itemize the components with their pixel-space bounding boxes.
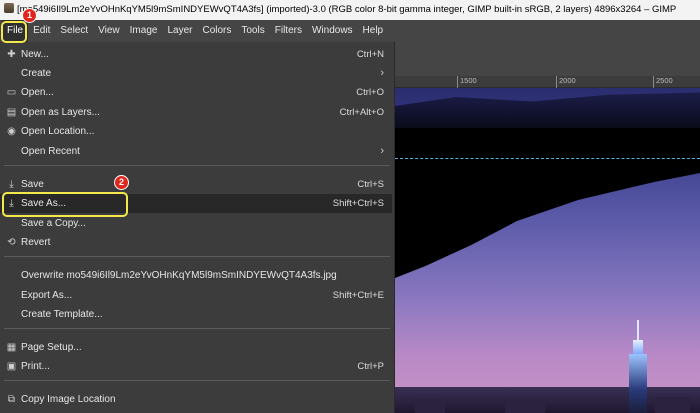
image-canvas[interactable] xyxy=(395,88,700,413)
menu-item-label: Copy Image Location xyxy=(21,394,116,405)
menu-item-create-template[interactable]: Create Template... xyxy=(0,305,392,324)
gimp-app-icon xyxy=(4,3,14,13)
menu-item-shortcut: Shift+Ctrl+S xyxy=(332,198,384,209)
menu-item-overwrite[interactable]: Overwrite mo549i6Il9Lm2eYvOHnKqYM5l9mSmI… xyxy=(0,266,392,285)
ruler-tick: 2500 xyxy=(653,76,673,88)
menu-item-shortcut: Ctrl+S xyxy=(357,179,384,190)
menu-item-shortcut: Ctrl+N xyxy=(356,49,384,60)
file-menu-dropdown: ✚ New... Ctrl+N Create › ▭ Open... Ctrl+… xyxy=(0,42,395,413)
dark-sky-region xyxy=(395,92,700,133)
city-skyline xyxy=(395,387,700,413)
menu-select[interactable]: Select xyxy=(55,20,93,42)
highlight-box-file-menu xyxy=(1,21,27,43)
menu-bar: File Edit Select View Image Layer Colors… xyxy=(0,20,700,42)
step-badge-1: 1 xyxy=(22,8,37,23)
menu-item-label: Open Location... xyxy=(21,126,95,137)
menu-view[interactable]: View xyxy=(93,20,125,42)
menu-layer[interactable]: Layer xyxy=(162,20,197,42)
step-badge-2: 2 xyxy=(114,175,129,190)
ruler-tick: 1500 xyxy=(457,76,477,88)
page-setup-icon: ▦ xyxy=(6,342,17,353)
menu-item-open-as-layers[interactable]: ▤ Open as Layers... Ctrl+Alt+O xyxy=(0,103,392,122)
menu-item-label: Revert xyxy=(21,237,51,248)
open-layers-icon: ▤ xyxy=(6,107,17,118)
menu-item-label: Open... xyxy=(21,87,54,98)
menu-windows[interactable]: Windows xyxy=(307,20,358,42)
save-icon: ⤓ xyxy=(9,179,14,190)
menu-item-label: Create Template... xyxy=(21,309,103,320)
skyline-building xyxy=(415,399,445,413)
skyline-building xyxy=(505,403,545,413)
black-brush-stroke xyxy=(395,128,700,278)
menu-item-shortcut: Ctrl+O xyxy=(356,87,384,98)
menu-item-open-location[interactable]: ◉ Open Location... xyxy=(0,122,392,141)
menu-item-label: Export As... xyxy=(21,290,73,301)
menu-item-label: New... xyxy=(21,49,49,60)
menu-image[interactable]: Image xyxy=(125,20,163,42)
menu-item-label: Create xyxy=(21,68,52,79)
menu-separator xyxy=(4,256,390,257)
highlight-box-save-as xyxy=(2,192,128,217)
menu-edit[interactable]: Edit xyxy=(28,20,55,42)
copy-icon: ⧉ xyxy=(7,394,16,405)
menu-item-export-as[interactable]: Export As... Shift+Ctrl+E xyxy=(0,286,392,305)
menu-separator xyxy=(4,328,390,329)
menu-item-page-setup[interactable]: ▦ Page Setup... xyxy=(0,338,392,357)
menu-item-label: Print... xyxy=(21,361,50,372)
printer-icon: ▣ xyxy=(6,361,17,372)
menu-separator xyxy=(4,380,390,381)
globe-icon: ◉ xyxy=(7,126,16,137)
open-folder-icon: ▭ xyxy=(6,87,17,98)
menu-item-revert[interactable]: ⟲ Revert xyxy=(0,233,392,252)
menu-separator xyxy=(4,165,390,166)
menu-item-open-recent[interactable]: Open Recent › xyxy=(0,142,392,161)
skyline-building xyxy=(655,397,690,413)
menu-item-create[interactable]: Create › xyxy=(0,64,392,83)
new-file-icon: ✚ xyxy=(7,49,16,60)
tower-body xyxy=(629,354,647,413)
skyscraper-image xyxy=(628,320,648,413)
menu-colors[interactable]: Colors xyxy=(197,20,236,42)
menu-tools[interactable]: Tools xyxy=(236,20,269,42)
menu-item-label: Open Recent xyxy=(21,146,80,157)
window-title-bar: [mo549i6Il9Lm2eYvOHnKqYM5l9mSmINDYEWvQT4… xyxy=(0,0,700,20)
tower-spire xyxy=(637,320,639,342)
horizontal-ruler[interactable]: 1500 2000 2500 xyxy=(395,76,700,88)
window-title: [mo549i6Il9Lm2eYvOHnKqYM5l9mSmINDYEWvQT4… xyxy=(17,4,677,15)
menu-item-open[interactable]: ▭ Open... Ctrl+O xyxy=(0,83,392,102)
menu-item-shortcut: Ctrl+Alt+O xyxy=(339,107,384,118)
menu-item-print[interactable]: ▣ Print... Ctrl+P xyxy=(0,357,392,376)
submenu-arrow-icon: › xyxy=(380,145,384,157)
revert-icon: ⟲ xyxy=(7,237,16,248)
menu-item-label: Overwrite mo549i6Il9Lm2eYvOHnKqYM5l9mSmI… xyxy=(21,270,337,281)
menu-item-label: Open as Layers... xyxy=(21,107,100,118)
tower-top xyxy=(633,340,643,354)
submenu-arrow-icon: › xyxy=(380,67,384,79)
menu-help[interactable]: Help xyxy=(358,20,389,42)
menu-item-copy-image-location[interactable]: ⧉ Copy Image Location xyxy=(0,390,392,409)
canvas-guide-line xyxy=(395,158,700,159)
menu-filters[interactable]: Filters xyxy=(270,20,307,42)
ruler-tick: 2000 xyxy=(556,76,576,88)
menu-item-label: Page Setup... xyxy=(21,342,82,353)
menu-item-new[interactable]: ✚ New... Ctrl+N xyxy=(0,45,392,64)
menu-item-shortcut: Shift+Ctrl+E xyxy=(332,290,384,301)
menu-item-shortcut: Ctrl+P xyxy=(357,361,384,372)
